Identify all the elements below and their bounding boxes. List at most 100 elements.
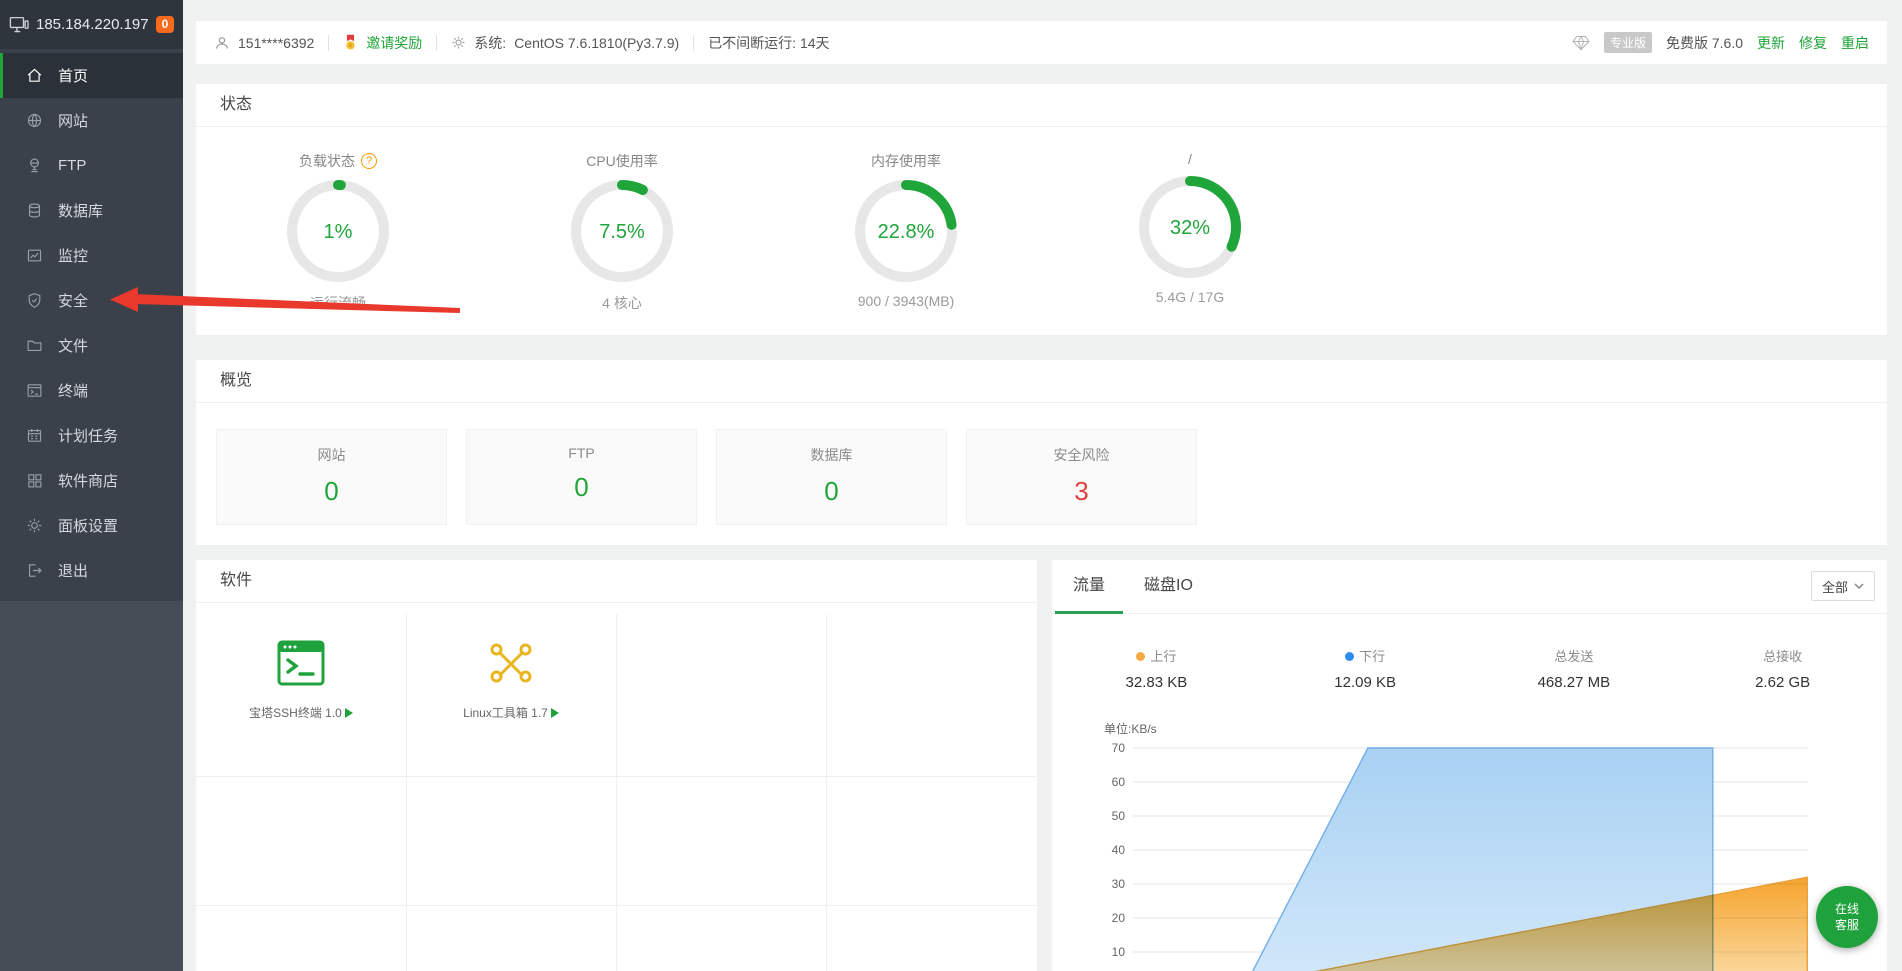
card-database[interactable]: 数据库 0 bbox=[716, 429, 947, 525]
sidebar-item-label: 监控 bbox=[58, 245, 88, 266]
gauge-donut: 32% bbox=[1137, 174, 1243, 280]
card-security-risk[interactable]: 安全风险 3 bbox=[966, 429, 1197, 525]
grid-line bbox=[826, 614, 827, 971]
invite-reward[interactable]: 邀请奖励 bbox=[343, 33, 422, 53]
sidebar-item-label: 退出 bbox=[58, 560, 88, 581]
sidebar-item-label: 软件商店 bbox=[58, 470, 118, 491]
card-value: 0 bbox=[467, 472, 696, 503]
system-gear-icon bbox=[451, 35, 466, 50]
gauge-label: CPU使用率 bbox=[586, 151, 658, 171]
user-account[interactable]: 151****6392 bbox=[214, 35, 314, 51]
gauge-label: 内存使用率 bbox=[871, 151, 941, 171]
ssh-terminal-icon bbox=[277, 640, 325, 686]
gauge-label: / bbox=[1188, 151, 1192, 167]
support-line2: 客服 bbox=[1835, 917, 1859, 933]
sidebar-item-cron[interactable]: 计划任务 bbox=[0, 413, 183, 458]
svg-text:20: 20 bbox=[1112, 911, 1126, 925]
app-name: Linux工具箱 1.7 bbox=[463, 704, 548, 721]
topbar: 151****6392 邀请奖励 系统: CentOS 7.6.1810(Py3… bbox=[196, 21, 1887, 64]
app-ssh-terminal[interactable]: 宝塔SSH终端 1.0 bbox=[196, 614, 406, 776]
gauge-donut: 1% bbox=[285, 178, 391, 284]
sidebar-item-label: 文件 bbox=[58, 335, 88, 356]
play-icon bbox=[550, 708, 559, 718]
username: 151****6392 bbox=[238, 35, 314, 51]
app-linux-toolbox[interactable]: Linux工具箱 1.7 bbox=[406, 614, 616, 776]
sidebar-item-label: 计划任务 bbox=[58, 425, 118, 446]
help-icon[interactable]: ? bbox=[361, 153, 377, 169]
legend-dot-up bbox=[1136, 652, 1145, 661]
sidebar-item-website[interactable]: 网站 bbox=[0, 98, 183, 143]
sidebar-item-logout[interactable]: 退出 bbox=[0, 548, 183, 593]
stat-total-sent: 总发送 468.27 MB bbox=[1470, 646, 1679, 691]
gauge-donut: 7.5% bbox=[569, 178, 675, 284]
card-ftp[interactable]: FTP 0 bbox=[466, 429, 697, 525]
version-text: 免费版 7.6.0 bbox=[1666, 33, 1743, 53]
card-label: FTP bbox=[467, 445, 696, 461]
globe-icon bbox=[26, 112, 43, 129]
system-value: CentOS 7.6.1810(Py3.7.9) bbox=[514, 35, 679, 51]
legend-dot-down bbox=[1345, 652, 1354, 661]
grid-line bbox=[196, 905, 1037, 906]
svg-text:30: 30 bbox=[1112, 877, 1126, 891]
stat-value: 468.27 MB bbox=[1470, 674, 1679, 691]
home-icon bbox=[26, 67, 43, 84]
ftp-icon bbox=[26, 157, 43, 174]
message-badge[interactable]: 0 bbox=[156, 16, 175, 33]
svg-text:1%: 1% bbox=[324, 221, 353, 243]
sidebar-item-label: 数据库 bbox=[58, 200, 103, 221]
gauge-disk-root: / 32% 5.4G / 17G bbox=[1048, 151, 1332, 313]
play-icon bbox=[344, 708, 353, 718]
folder-icon bbox=[26, 337, 43, 354]
tab-traffic[interactable]: 流量 bbox=[1055, 560, 1123, 613]
traffic-area-chart: 70605040302010 bbox=[1090, 740, 1887, 971]
range-select-value: 全部 bbox=[1822, 577, 1848, 596]
card-label: 数据库 bbox=[717, 445, 946, 465]
sidebar-item-label: 安全 bbox=[58, 290, 88, 311]
reward-medal-icon bbox=[343, 34, 358, 51]
gauge-sub: 5.4G / 17G bbox=[1156, 289, 1224, 305]
pro-badge[interactable]: 专业版 bbox=[1604, 32, 1652, 53]
person-icon bbox=[214, 35, 230, 51]
server-info[interactable]: 185.184.220.197 0 bbox=[0, 0, 183, 49]
status-title: 状态 bbox=[196, 84, 1887, 127]
tab-disk-io[interactable]: 磁盘IO bbox=[1126, 560, 1211, 613]
sidebar-item-appstore[interactable]: 软件商店 bbox=[0, 458, 183, 503]
chart-image-icon bbox=[26, 247, 43, 264]
restart-link[interactable]: 重启 bbox=[1841, 33, 1869, 53]
gauge-sub: 运行流畅 bbox=[310, 293, 366, 313]
gear-icon bbox=[26, 517, 43, 534]
sidebar-item-label: 网站 bbox=[58, 110, 88, 131]
gauge-donut: 22.8% bbox=[853, 178, 959, 284]
online-support-button[interactable]: 在线 客服 bbox=[1816, 886, 1878, 948]
svg-text:40: 40 bbox=[1112, 843, 1126, 857]
repair-link[interactable]: 修复 bbox=[1799, 33, 1827, 53]
system-info: 系统: CentOS 7.6.1810(Py3.7.9) bbox=[451, 33, 679, 53]
sidebar-item-home[interactable]: 首页 bbox=[0, 53, 183, 98]
sidebar-item-security[interactable]: 安全 bbox=[0, 278, 183, 323]
sidebar-item-settings[interactable]: 面板设置 bbox=[0, 503, 183, 548]
system-label: 系统: bbox=[474, 33, 506, 53]
sidebar-item-label: FTP bbox=[58, 157, 86, 174]
stat-up: 上行 32.83 KB bbox=[1052, 646, 1261, 691]
database-icon bbox=[26, 202, 43, 219]
stat-value: 32.83 KB bbox=[1052, 674, 1261, 691]
sidebar-item-files[interactable]: 文件 bbox=[0, 323, 183, 368]
gauge-row: 负载状态? 1% 运行流畅 CPU使用率 7.5% 4 核心 内存使用率 22.… bbox=[196, 127, 1887, 313]
svg-text:22.8%: 22.8% bbox=[878, 221, 935, 243]
card-label: 安全风险 bbox=[967, 445, 1196, 465]
traffic-tabs: 流量 磁盘IO 全部 bbox=[1052, 560, 1887, 614]
chart-unit-label: 单位:KB/s bbox=[1104, 720, 1157, 737]
svg-text:10: 10 bbox=[1112, 945, 1126, 959]
sidebar-item-ftp[interactable]: FTP bbox=[0, 143, 183, 188]
range-select[interactable]: 全部 bbox=[1811, 571, 1875, 601]
calendar-icon bbox=[26, 427, 43, 444]
card-website[interactable]: 网站 0 bbox=[216, 429, 447, 525]
linux-toolbox-icon bbox=[487, 640, 535, 686]
sidebar-item-terminal[interactable]: 终端 bbox=[0, 368, 183, 413]
gauge-memory: 内存使用率 22.8% 900 / 3943(MB) bbox=[764, 151, 1048, 313]
sidebar-item-monitor[interactable]: 监控 bbox=[0, 233, 183, 278]
sidebar-item-database[interactable]: 数据库 bbox=[0, 188, 183, 233]
invite-link: 邀请奖励 bbox=[366, 33, 422, 53]
shield-check-icon bbox=[26, 292, 43, 309]
update-link[interactable]: 更新 bbox=[1757, 33, 1785, 53]
